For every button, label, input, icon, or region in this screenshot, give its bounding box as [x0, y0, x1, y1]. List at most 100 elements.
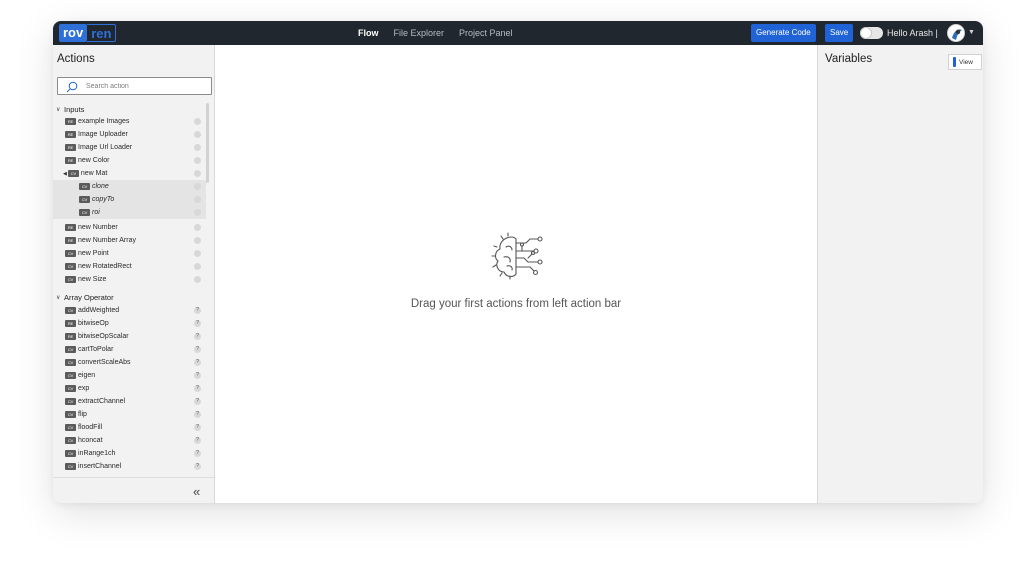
flow-canvas[interactable]: Drag your first actions from left action…	[215, 45, 817, 503]
list-item[interactable]: CV roi	[53, 206, 206, 219]
status-dot	[194, 196, 201, 203]
group-array-operator[interactable]: ∨ Array Operator	[56, 291, 114, 303]
help-icon[interactable]: ?	[194, 359, 201, 366]
empty-state-message: Drag your first actions from left action…	[410, 298, 622, 310]
search-box[interactable]	[57, 77, 212, 95]
theme-toggle[interactable]	[860, 27, 883, 39]
list-item-label: clone	[92, 183, 109, 190]
list-item[interactable]: CV new RotatedRect	[65, 260, 215, 273]
status-dot	[194, 144, 201, 151]
list-item[interactable]: CV flip ?	[65, 408, 215, 421]
list-item[interactable]: RE new Color	[65, 154, 215, 167]
chevron-down-icon: ∨	[56, 106, 61, 113]
badge-icon: CV	[65, 263, 76, 270]
list-item[interactable]: RE Image Url Loader	[65, 141, 215, 154]
list-item-expandable[interactable]: ◀ CV new Mat	[63, 167, 213, 180]
badge-icon: CV	[65, 307, 76, 314]
badge-icon: CV	[65, 424, 76, 431]
generate-code-button[interactable]: Generate Code	[751, 24, 816, 42]
help-icon[interactable]: ?	[194, 424, 201, 431]
help-icon[interactable]: ?	[194, 398, 201, 405]
list-item[interactable]: CV cartToPolar ?	[65, 343, 215, 356]
help-icon[interactable]: ?	[194, 463, 201, 470]
badge-icon: CV	[65, 346, 76, 353]
status-dot	[194, 118, 201, 125]
list-item-label: new Color	[78, 157, 110, 164]
list-item-label: floodFill	[78, 424, 103, 431]
list-item[interactable]: CV new Size	[65, 273, 215, 286]
status-dot	[194, 263, 201, 270]
sidebar-footer: «	[53, 477, 214, 503]
list-item-label: flip	[78, 411, 87, 418]
list-item[interactable]: CV eigen ?	[65, 369, 215, 382]
list-item-label: hconcat	[78, 437, 103, 444]
badge-icon: CV	[65, 398, 76, 405]
view-button[interactable]: View	[948, 54, 982, 70]
nav-flow[interactable]: Flow	[358, 28, 379, 38]
list-item-label: insertChannel	[78, 463, 122, 470]
status-dot	[194, 250, 201, 257]
save-button[interactable]: Save	[825, 24, 854, 42]
list-item[interactable]: CV hconcat ?	[65, 434, 215, 447]
list-item-label: cartToPolar	[78, 346, 114, 353]
badge-icon: CV	[79, 183, 90, 190]
status-dot	[194, 276, 201, 283]
chevron-down-icon[interactable]: ▼	[968, 29, 975, 36]
list-item[interactable]: CV addWeighted ?	[65, 304, 215, 317]
help-icon[interactable]: ?	[194, 385, 201, 392]
help-icon[interactable]: ?	[194, 450, 201, 457]
action-tree: ∨ Inputs RE example Images RE Image Uplo…	[53, 103, 215, 471]
list-item[interactable]: RE new Number Array	[65, 234, 215, 247]
list-item[interactable]: RE bitwiseOp ?	[65, 317, 215, 330]
chevron-down-icon: ∨	[56, 294, 61, 301]
list-item[interactable]: CV convertScaleAbs ?	[65, 356, 215, 369]
list-item[interactable]: RE example Images	[65, 115, 215, 128]
badge-icon: RE	[65, 118, 76, 125]
help-icon[interactable]: ?	[194, 411, 201, 418]
badge-icon: CV	[65, 250, 76, 257]
list-item[interactable]: CV insertChannel ?	[65, 460, 215, 471]
list-item[interactable]: CV new Point	[65, 247, 215, 260]
toggle-knob	[861, 28, 871, 38]
help-icon[interactable]: ?	[194, 372, 201, 379]
badge-icon: RE	[65, 144, 76, 151]
status-dot	[194, 157, 201, 164]
list-item[interactable]: RE new Number	[65, 221, 215, 234]
help-icon[interactable]: ?	[194, 437, 201, 444]
double-chevron-left-icon[interactable]: «	[193, 484, 200, 499]
list-item-label: new Number Array	[78, 237, 136, 244]
nav-project-panel[interactable]: Project Panel	[459, 28, 513, 38]
list-item[interactable]: CV copyTo	[53, 193, 206, 206]
variables-title: Variables	[825, 53, 873, 65]
triangle-left-icon[interactable]: ◀	[63, 171, 67, 177]
list-item[interactable]: CV exp ?	[65, 382, 215, 395]
avatar[interactable]	[947, 24, 965, 42]
badge-icon: RE	[65, 320, 76, 327]
list-item-label: copyTo	[92, 196, 115, 203]
variables-panel: Variables View	[817, 45, 983, 503]
list-item[interactable]: CV extractChannel ?	[65, 395, 215, 408]
nav-file-explorer[interactable]: File Explorer	[394, 28, 445, 38]
app-logo[interactable]: rov ren	[59, 24, 117, 42]
list-item[interactable]: CV clone	[53, 180, 206, 193]
list-item[interactable]: RE bitwiseOpScalar ?	[65, 330, 215, 343]
badge-icon: CV	[79, 196, 90, 203]
help-icon[interactable]: ?	[194, 307, 201, 314]
help-icon[interactable]: ?	[194, 333, 201, 340]
actions-sidebar: Actions ∨ Inputs RE example Images RE	[53, 45, 215, 503]
group-inputs[interactable]: ∨ Inputs	[56, 103, 84, 115]
badge-icon: RE	[65, 333, 76, 340]
badge-icon: CV	[65, 276, 76, 283]
list-item[interactable]: RE Image Uploader	[65, 128, 215, 141]
sidebar-title: Actions	[57, 53, 95, 65]
help-icon[interactable]: ?	[194, 320, 201, 327]
search-input[interactable]	[86, 80, 206, 93]
badge-icon: RE	[65, 157, 76, 164]
group-label: Array Operator	[64, 292, 114, 302]
badge-icon: RE	[65, 224, 76, 231]
view-label: View	[959, 58, 973, 66]
help-icon[interactable]: ?	[194, 346, 201, 353]
list-item[interactable]: CV floodFill ?	[65, 421, 215, 434]
list-item[interactable]: CV inRange1ch ?	[65, 447, 215, 460]
top-navbar: rov ren Flow File Explorer Project Panel…	[53, 21, 983, 45]
